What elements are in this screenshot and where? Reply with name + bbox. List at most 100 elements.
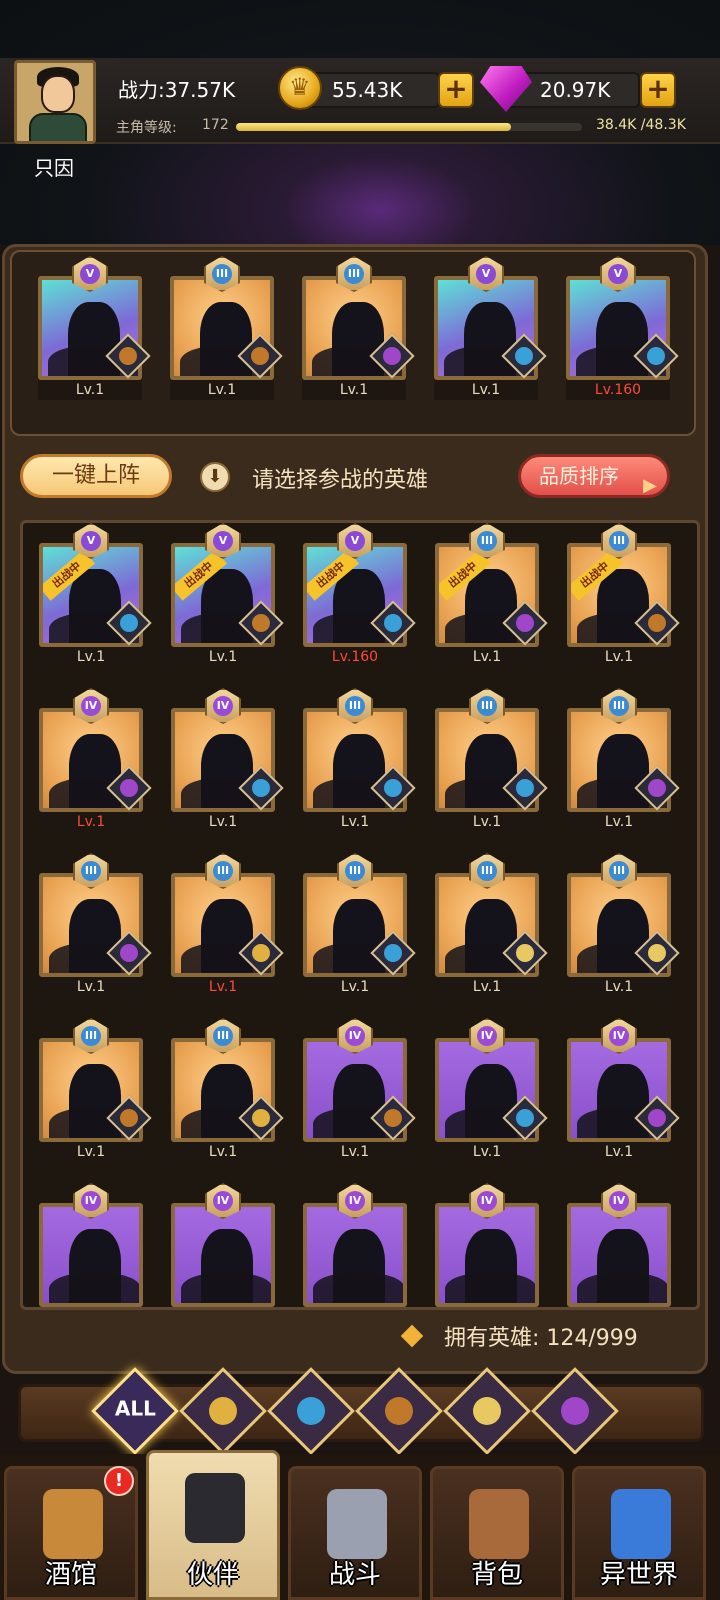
hero-silhouette [181, 734, 271, 808]
add-gem-button[interactable]: + [640, 72, 676, 108]
hero-card[interactable]: IV [435, 1183, 539, 1307]
hero-level: Lv.1 [39, 1142, 143, 1162]
faction-emblem [120, 779, 138, 797]
nav-crossed-swords[interactable]: 战斗 [288, 1466, 422, 1600]
hero-silhouette [49, 734, 139, 808]
hero-card[interactable]: 出战中 III Lv.1 [435, 523, 548, 667]
hero-card[interactable]: V Lv.1 [434, 256, 547, 400]
faction-emblem [384, 779, 402, 797]
hero-card[interactable]: 出战中 V Lv.1 [39, 523, 152, 667]
filter-emblem [297, 1397, 325, 1425]
nav-label: 伙伴 [186, 1560, 239, 1590]
hero-silhouette [312, 302, 402, 376]
hero-level: Lv.1 [434, 380, 538, 400]
hero-card[interactable]: III Lv.1 [302, 256, 415, 400]
hero-card[interactable]: IV Lv.1 [567, 1018, 680, 1162]
hero-card[interactable]: 出战中 III Lv.1 [567, 523, 680, 667]
faction-emblem [252, 614, 270, 632]
nav-label: 背包 [470, 1560, 523, 1590]
hero-silhouette [313, 734, 403, 808]
hero-silhouette [577, 1229, 667, 1303]
nav-portal[interactable]: 异世界 [572, 1466, 706, 1600]
hero-silhouette [577, 899, 667, 973]
rank-numeral: V [80, 264, 100, 284]
hero-silhouette [180, 302, 270, 376]
hero-level: Lv.1 [171, 977, 275, 997]
faction-emblem [252, 779, 270, 797]
faction-emblem [119, 347, 137, 365]
hero-silhouette [181, 1064, 271, 1138]
faction-emblem [516, 614, 534, 632]
rank-numeral: III [345, 696, 365, 716]
hero-level: Lv.1 [303, 1142, 407, 1162]
hero-card[interactable]: 出战中 V Lv.160 [303, 523, 416, 667]
hero-level: Lv.1 [435, 977, 539, 997]
nav-backpack[interactable]: 背包 [430, 1466, 564, 1600]
hero-card[interactable]: IV [303, 1183, 407, 1307]
hero-silhouette [49, 569, 139, 643]
hero-card[interactable]: III Lv.1 [435, 688, 548, 832]
rank-numeral: V [213, 531, 233, 551]
hero-silhouette [445, 734, 535, 808]
player-avatar[interactable] [14, 60, 96, 144]
hero-level: Lv.1 [39, 812, 143, 832]
hero-silhouette [444, 302, 534, 376]
hero-card[interactable]: III Lv.1 [171, 853, 284, 997]
hero-card[interactable]: III Lv.1 [567, 688, 680, 832]
hero-card[interactable]: III Lv.1 [171, 1018, 284, 1162]
hero-silhouette [48, 302, 138, 376]
hero-card[interactable]: III Lv.1 [303, 853, 416, 997]
hero-card[interactable]: IV Lv.1 [303, 1018, 416, 1162]
exp-text: 38.4K /48.3K [596, 117, 686, 133]
hero-card[interactable]: IV [171, 1183, 275, 1307]
hero-card[interactable]: V Lv.1 [38, 256, 151, 400]
hero-card[interactable]: V Lv.160 [566, 256, 679, 400]
hero-card[interactable]: III Lv.1 [39, 853, 152, 997]
hero-card[interactable]: IV Lv.1 [39, 688, 152, 832]
sort-button-label: 品质排序 [539, 464, 619, 488]
beer-mug-icon [43, 1489, 103, 1559]
avatar-body [29, 113, 87, 141]
hero-level: Lv.160 [566, 380, 670, 400]
faction-emblem [383, 347, 401, 365]
partner-icon [185, 1473, 245, 1543]
faction-emblem [647, 347, 665, 365]
quick-deploy-button[interactable]: 一键上阵 [20, 454, 172, 498]
lineup-area: V Lv.1 III Lv.1 III Lv.1 V Lv.1 V Lv.160 [10, 250, 696, 436]
filter-emblem [385, 1397, 413, 1425]
rank-numeral: IV [345, 1026, 365, 1046]
rank-numeral: III [609, 696, 629, 716]
hero-card[interactable]: III Lv.1 [39, 1018, 152, 1162]
nav-partner[interactable]: 伙伴 [146, 1450, 280, 1600]
hero-card[interactable]: III Lv.1 [170, 256, 283, 400]
rank-numeral: III [344, 264, 364, 284]
hero-roster-grid[interactable]: 出战中 V Lv.1 出战中 V Lv.1 出战中 V Lv.160 出战中 III Lv.1 出战中 I… [20, 520, 700, 1310]
hero-silhouette [576, 302, 666, 376]
filter-all-label: ALL [114, 1396, 156, 1421]
rank-numeral: III [213, 861, 233, 881]
hero-silhouette [577, 734, 667, 808]
hero-level: Lv.1 [39, 647, 143, 667]
hero-card[interactable]: 出战中 V Lv.1 [171, 523, 284, 667]
hero-level: Lv.1 [303, 812, 407, 832]
download-arrow-icon: ⬇ [200, 462, 230, 492]
hero-level: Lv.1 [171, 812, 275, 832]
hero-level: Lv.1 [38, 380, 142, 400]
hero-level: Lv.1 [170, 380, 274, 400]
rank-numeral: IV [477, 1191, 497, 1211]
add-gold-button[interactable]: + [438, 72, 474, 108]
hero-silhouette [445, 569, 535, 643]
hero-card[interactable]: III Lv.1 [303, 688, 416, 832]
hero-card[interactable]: IV [39, 1183, 143, 1307]
hero-card[interactable]: IV [567, 1183, 671, 1307]
hero-card[interactable]: IV Lv.1 [171, 688, 284, 832]
faction-emblem [252, 944, 270, 962]
quality-sort-button[interactable]: 品质排序 ▶ [518, 454, 670, 498]
hero-card[interactable]: IV Lv.1 [435, 1018, 548, 1162]
filter-emblem [561, 1397, 589, 1425]
hero-card[interactable]: III Lv.1 [435, 853, 548, 997]
rank-numeral: IV [477, 1026, 497, 1046]
rank-numeral: III [345, 861, 365, 881]
hero-silhouette [313, 1229, 403, 1303]
hero-card[interactable]: III Lv.1 [567, 853, 680, 997]
